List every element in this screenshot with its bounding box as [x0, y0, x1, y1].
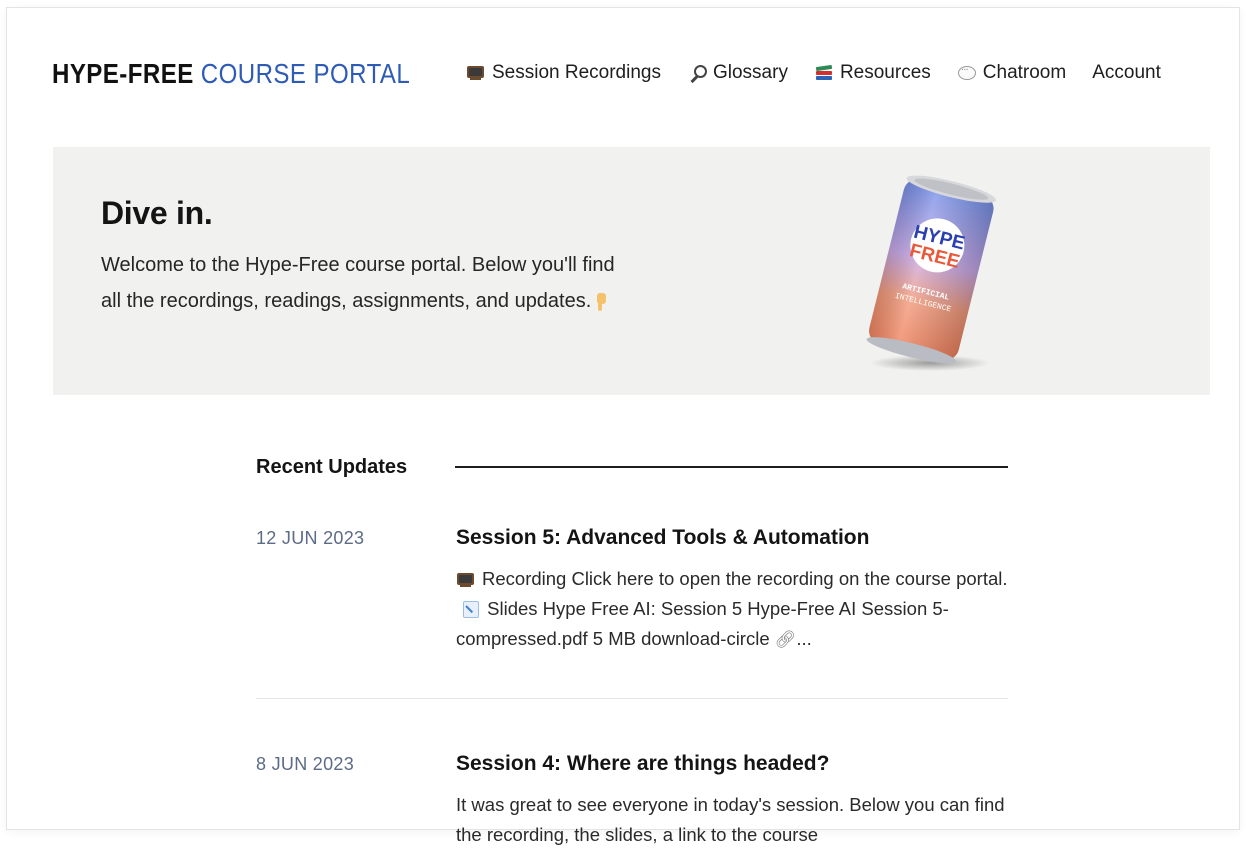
recording-text: Recording Click here to open the recordi…: [482, 568, 1008, 589]
speech-bubble-icon: [957, 64, 977, 82]
main-nav: Session Recordings Glossary Resources Ch…: [466, 62, 1161, 84]
link-icon: 🔗︎: [774, 630, 797, 649]
books-icon: [814, 64, 834, 82]
recent-updates-heading: Recent Updates: [256, 456, 408, 478]
television-icon: [466, 64, 486, 82]
nav-label: Account: [1092, 62, 1161, 83]
nav-label: Glossary: [712, 62, 788, 83]
entry-divider: [256, 698, 1008, 699]
nav-item-account[interactable]: Account: [1092, 62, 1161, 84]
hype-free-can-image: HYPE FREE ARTIFICIAL INTELLIGENCE: [848, 167, 1018, 382]
update-excerpt: Recording Click here to open the recordi…: [456, 564, 1008, 655]
nav-label: Resources: [839, 62, 931, 83]
hero-text-body: Welcome to the Hype-Free course portal. …: [101, 254, 615, 312]
pointing-down-icon: [595, 292, 607, 311]
site-logo[interactable]: HYPE-FREE COURSE PORTAL: [52, 58, 410, 90]
nav-item-glossary[interactable]: Glossary: [687, 62, 788, 84]
hero-text: Welcome to the Hype-Free course portal. …: [101, 247, 621, 319]
nav-item-chatroom[interactable]: Chatroom: [957, 62, 1066, 84]
slides-text: Slides Hype Free AI: Session 5 Hype-Free…: [456, 598, 949, 649]
nav-label: Session Recordings: [492, 62, 661, 83]
magnifier-icon: [687, 64, 707, 82]
logo-bold-text: HYPE-FREE: [52, 58, 194, 89]
update-date: 8 JUN 2023: [256, 754, 355, 774]
hero-title: Dive in.: [101, 195, 213, 231]
television-icon: [456, 571, 476, 587]
chart-decreasing-icon: [461, 601, 481, 618]
nav-item-resources[interactable]: Resources: [814, 62, 931, 84]
nav-item-session-recordings[interactable]: Session Recordings: [466, 62, 661, 84]
update-title[interactable]: Session 4: Where are things headed?: [456, 752, 829, 776]
logo-light-text: COURSE PORTAL: [200, 58, 411, 89]
update-date: 12 JUN 2023: [256, 528, 365, 548]
excerpt-ellipsis: ...: [796, 628, 812, 649]
update-title[interactable]: Session 5: Advanced Tools & Automation: [456, 526, 869, 550]
nav-label: Chatroom: [982, 62, 1067, 83]
page-frame: [7, 8, 1239, 829]
heading-rule: [455, 466, 1008, 468]
update-excerpt: It was great to see everyone in today's …: [456, 794, 1005, 845]
hero-banner: Dive in. Welcome to the Hype-Free course…: [53, 147, 1210, 395]
